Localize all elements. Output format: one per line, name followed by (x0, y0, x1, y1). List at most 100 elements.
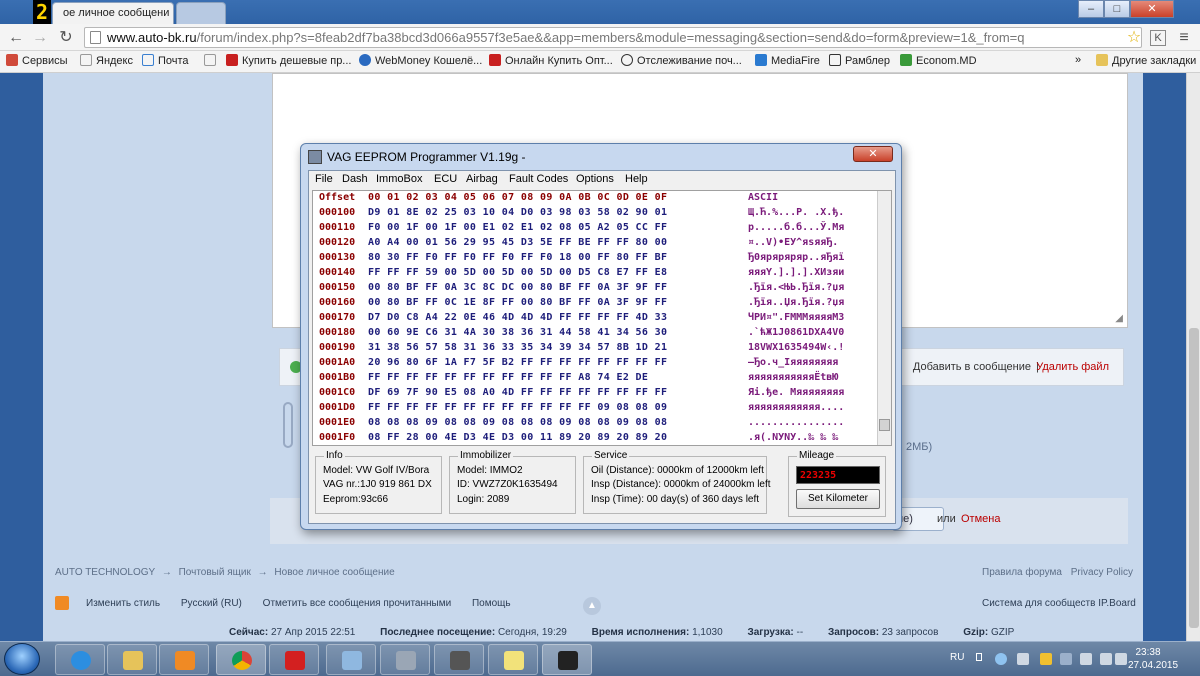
taskbar-app-yellow[interactable] (488, 644, 538, 675)
breadcrumb-item[interactable]: Новое личное сообщение (274, 567, 394, 578)
menu-ecu[interactable]: ECU (434, 173, 457, 185)
hex-offset: 000100 (319, 207, 356, 218)
breadcrumb-item[interactable]: AUTO TECHNOLOGY (55, 567, 155, 578)
attach-delete-link[interactable]: Удалить файл (1036, 361, 1109, 373)
change-style-link[interactable]: Изменить стиль (86, 598, 160, 609)
menu-help[interactable]: Help (625, 173, 648, 185)
stat-load: Загрузка: -- (747, 627, 804, 638)
forward-arrow-icon[interactable]: → (30, 28, 50, 48)
privacy-link[interactable]: Privacy Policy (1071, 567, 1133, 578)
bookmarks-overflow[interactable]: » (1075, 54, 1081, 66)
hex-ascii: Яi.ђе. Mяяяяяяяя (748, 387, 845, 398)
bookmark-mediafire[interactable]: MediaFire (755, 54, 820, 67)
hex-offset: 0001B0 (319, 372, 356, 383)
bookmark-services[interactable]: Сервисы (6, 54, 68, 67)
hex-offset: 000160 (319, 297, 356, 308)
taskbar-grid-app[interactable] (380, 644, 430, 675)
menu-airbag[interactable]: Airbag (466, 173, 498, 185)
maximize-button[interactable]: □ (1104, 0, 1130, 18)
minimize-button[interactable]: – (1078, 0, 1104, 18)
breadcrumb-item[interactable]: Почтовый ящик (179, 567, 251, 578)
bookmark-mail[interactable]: Почта (142, 54, 189, 67)
bookmark-webmoney[interactable]: WebMoney Кошелё... (359, 54, 482, 67)
grid-app-icon (396, 651, 416, 670)
menu-dash[interactable]: Dash (342, 173, 368, 185)
vag-eeprom-window: VAG EEPROM Programmer V1.19g - ✕ File Da… (300, 143, 902, 530)
taskbar-vag[interactable] (542, 644, 592, 675)
mileage-display[interactable]: 223235 (796, 466, 880, 484)
vag-window-title: VAG EEPROM Programmer V1.19g - (327, 150, 526, 164)
cancel-link[interactable]: Отмена (961, 513, 1000, 525)
hex-offset: 0001D0 (319, 402, 356, 413)
set-kilometer-button[interactable]: Set Kilometer (796, 489, 880, 509)
tray-a-icon[interactable] (1040, 653, 1052, 665)
star-icon[interactable]: ☆ (1124, 28, 1144, 48)
taskbar-chrome[interactable] (216, 644, 266, 675)
tab-active[interactable]: ое личное сообщени (52, 2, 174, 24)
bookmark-buy-wholesale[interactable]: Онлайн Купить Опт... (489, 54, 613, 67)
tray-clock[interactable]: 23:38 27.04.2015 (1128, 646, 1178, 672)
ipboard-link[interactable]: Система для сообществ IP.Board (982, 598, 1136, 609)
hex-editor[interactable]: Offset 00 01 02 03 04 05 06 07 08 09 0A … (312, 190, 892, 446)
hex-header-bytes: 00 01 02 03 04 05 06 07 08 09 0A 0B 0C 0… (368, 192, 668, 203)
close-button[interactable]: ✕ (1130, 0, 1174, 18)
mark-read-link[interactable]: Отметить все сообщения прочитанными (263, 598, 452, 609)
help-link[interactable]: Помощь (472, 598, 511, 609)
page-scrollbar-thumb[interactable] (1189, 328, 1199, 628)
language-link[interactable]: Русский (RU) (181, 598, 242, 609)
menu-options[interactable]: Options (576, 173, 614, 185)
attach-add-link[interactable]: Добавить в сообщение (913, 361, 1031, 373)
taskbar-media[interactable] (159, 644, 209, 675)
hex-scrollbar-thumb[interactable] (879, 419, 890, 431)
stat-queries: Запросов: 23 запросов (827, 627, 939, 638)
menu-immobox[interactable]: ImmoBox (376, 173, 422, 185)
rules-link[interactable]: Правила форума (982, 567, 1062, 578)
tray-app-icon[interactable] (995, 653, 1007, 665)
bookmark-econom[interactable]: Econom.MD (900, 54, 977, 67)
start-button[interactable] (4, 643, 40, 675)
back-arrow-icon[interactable]: ← (6, 28, 26, 48)
tray-network-icon[interactable] (1100, 653, 1112, 665)
mileage-title: Mileage (797, 450, 837, 461)
other-bookmarks[interactable]: Другие закладки (1096, 54, 1196, 67)
bookmark-page[interactable] (204, 54, 220, 67)
hex-bytes: 20 96 80 6F 1A F7 5F B2 FF FF FF FF FF F… (368, 357, 668, 368)
service-group: Service Oil (Distance): 0000km of 12000k… (583, 450, 771, 514)
vag-close-button[interactable]: ✕ (853, 146, 893, 162)
taskbar-explorer[interactable] (107, 644, 157, 675)
tray-security-icon[interactable] (1017, 653, 1029, 665)
hex-header-ascii: ASCII (748, 192, 779, 203)
apps-grid-icon (6, 54, 18, 66)
taskbar-car-app[interactable] (434, 644, 484, 675)
hex-scrollbar[interactable] (877, 191, 891, 445)
bookmark-buy-cheap[interactable]: Купить дешевые пр... (226, 54, 351, 67)
tab-new[interactable] (176, 2, 226, 24)
page-icon (204, 54, 216, 66)
reload-icon[interactable]: ↻ (56, 28, 76, 48)
hex-bytes: 08 08 08 09 08 08 09 08 08 08 09 08 08 0… (368, 417, 668, 428)
page-scrollbar[interactable] (1186, 73, 1200, 641)
bookmark-tracking[interactable]: Отслеживание поч... (621, 54, 742, 67)
hex-bytes: 00 80 BF FF 0C 1E 8F FF 00 80 BF FF 0A 3… (368, 297, 668, 308)
taskbar-network[interactable] (326, 644, 376, 675)
menu-file[interactable]: File (315, 173, 333, 185)
resize-grip-icon[interactable]: ◢ (1115, 313, 1123, 324)
tray-flag-icon[interactable] (1080, 653, 1092, 665)
breadcrumb-sep: → (257, 567, 268, 578)
hex-offset: 0001E0 (319, 417, 356, 428)
scroll-top-icon[interactable]: ▲ (583, 597, 601, 615)
tray-help-icon[interactable] (976, 653, 982, 661)
bookmark-yandex[interactable]: Яндекс (80, 54, 133, 67)
menu-icon[interactable]: ≡ (1174, 28, 1194, 48)
taskbar-shield[interactable] (269, 644, 319, 675)
menu-fault-codes[interactable]: Fault Codes (509, 173, 568, 185)
tray-volume-icon[interactable] (1115, 653, 1127, 665)
taskbar-ie[interactable] (55, 644, 105, 675)
tray-language[interactable]: RU (950, 652, 964, 663)
rss-icon[interactable] (55, 596, 69, 610)
extension-k-icon[interactable]: K (1150, 30, 1166, 46)
tray-device-icon[interactable] (1060, 653, 1072, 665)
breadcrumb-sep: → (161, 567, 172, 578)
address-bar[interactable]: www.auto-bk.ru/forum/index.php?s=8feab2d… (84, 27, 1142, 48)
bookmark-rambler[interactable]: Рамблер (829, 54, 890, 67)
